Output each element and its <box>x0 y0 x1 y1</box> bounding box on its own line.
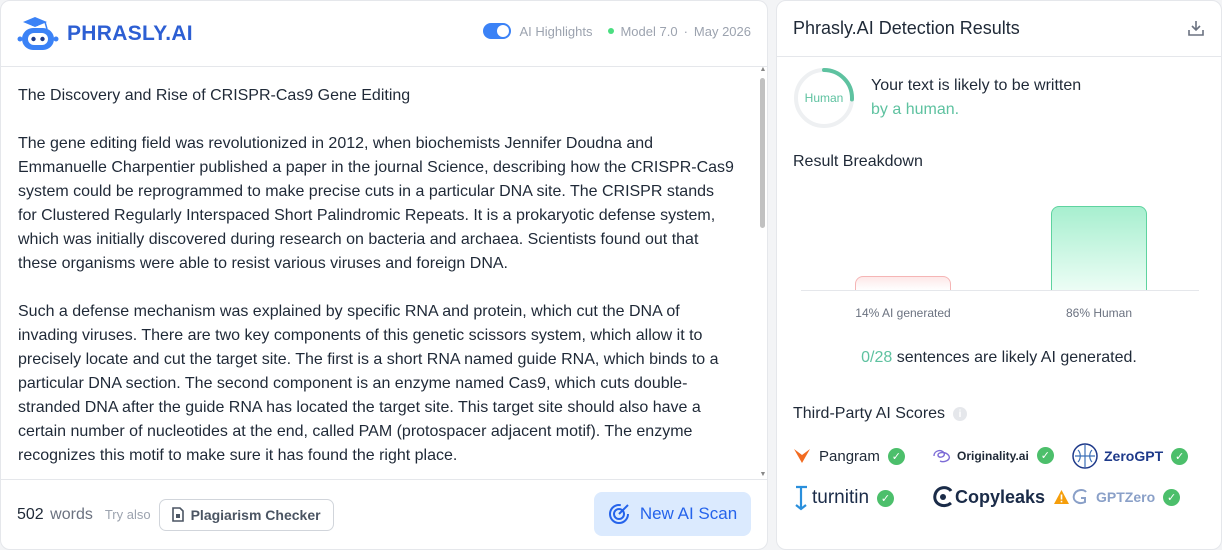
bar-label-ai: 14% AI generated <box>855 306 951 320</box>
robot-mascot-icon <box>17 16 59 50</box>
ai-highlights-label: AI Highlights <box>519 23 593 39</box>
document-text[interactable]: The Discovery and Rise of CRISPR-Cas9 Ge… <box>1 68 761 480</box>
scroll-up-icon[interactable]: ▲ <box>759 66 767 73</box>
word-count-number: 502 <box>17 505 44 523</box>
score-gptzero: GPTZero ✓ <box>1071 487 1181 507</box>
human-gauge: Human <box>793 67 855 129</box>
bar-human <box>1051 205 1147 290</box>
zerogpt-name: ZeroGPT <box>1104 448 1164 464</box>
model-version: Model 7.0 <box>620 23 678 39</box>
editor-scrollbar[interactable]: ▲ ▼ <box>759 66 767 480</box>
pangram-logo-icon <box>794 449 810 463</box>
new-ai-scan-button[interactable]: New AI Scan <box>594 492 751 536</box>
header-meta: AI Highlights Model 7.0 · May 2026 <box>483 23 751 39</box>
info-icon[interactable]: i <box>953 407 968 421</box>
document-icon <box>171 507 184 522</box>
bar-ai-generated <box>855 276 951 290</box>
pass-check-icon: ✓ <box>1163 488 1181 506</box>
verdict-row: Human Your text is likely to be written … <box>793 67 1081 129</box>
separator: · <box>683 23 688 39</box>
pass-check-icon: ✓ <box>1036 447 1054 464</box>
score-pangram: Pangram ✓ <box>793 447 905 465</box>
plagiarism-checker-label: Plagiarism Checker <box>190 506 321 523</box>
sentences-mid: sentences are likely <box>896 349 1038 366</box>
verdict-line-1: Your text is likely to be written <box>871 77 1082 94</box>
pass-check-icon: ✓ <box>887 447 905 465</box>
ai-highlights-toggle[interactable] <box>483 23 512 39</box>
logo[interactable]: PHRASLY.AI <box>17 16 193 52</box>
gauge-label: Human <box>804 91 844 105</box>
scroll-thumb[interactable] <box>760 78 765 228</box>
breakdown-chart: 14% AI generated 86% Human <box>801 191 1199 331</box>
sentences-count: 0/28 <box>861 349 893 366</box>
result-breakdown-title: Result Breakdown <box>793 153 923 170</box>
score-turnitin: turnitin ✓ <box>793 485 895 511</box>
editor-header: PHRASLY.AI AI Highlights Model 7.0 · May… <box>1 1 767 67</box>
scan-target-icon <box>608 504 629 524</box>
originality-name: Originality.ai <box>957 448 1029 463</box>
score-zerogpt: ZeroGPT ✓ <box>1071 442 1189 470</box>
pass-check-icon: ✓ <box>1171 447 1189 465</box>
warning-icon <box>1054 489 1070 504</box>
brand-name: PHRASLY.AI <box>67 21 193 45</box>
originality-logo-icon <box>933 449 951 462</box>
gptzero-name: GPTZero <box>1096 489 1156 505</box>
zerogpt-logo-icon <box>1072 443 1098 469</box>
chart-baseline <box>801 290 1199 291</box>
document-title: The Discovery and Rise of CRISPR-Cas9 Ge… <box>18 87 411 104</box>
editor-panel: PHRASLY.AI AI Highlights Model 7.0 · May… <box>0 0 768 550</box>
pangram-name: Pangram <box>819 447 880 465</box>
document-paragraph: The gene editing field was revolutionize… <box>18 135 734 272</box>
score-copyleaks: Copyleaks <box>932 485 1070 509</box>
try-also-label: Try also <box>104 507 151 522</box>
verdict-line-2: by a human. <box>871 101 960 118</box>
copyleaks-name: Copyleaks <box>955 486 1046 507</box>
new-ai-scan-label: New AI Scan <box>639 504 738 523</box>
third-party-title-text: Third-Party AI Scores <box>793 405 946 422</box>
scroll-down-icon[interactable]: ▼ <box>759 471 767 478</box>
model-status-dot <box>608 28 615 34</box>
bar-label-human: 86% Human <box>1065 306 1133 320</box>
pass-check-icon: ✓ <box>877 489 895 507</box>
download-icon[interactable] <box>1187 19 1205 37</box>
word-count: 502 words <box>17 506 93 524</box>
copyleaks-logo-icon <box>933 486 953 508</box>
sentences-summary: 0/28 sentences are likely AI generated. <box>777 349 1221 367</box>
model-date: May 2026 <box>693 23 751 39</box>
turnitin-name: turnitin <box>812 487 870 508</box>
plagiarism-checker-button[interactable]: Plagiarism Checker <box>158 498 334 531</box>
turnitin-logo-icon <box>795 485 807 511</box>
results-title: Phrasly.AI Detection Results <box>793 18 1020 38</box>
score-originality: Originality.ai ✓ <box>932 447 1054 464</box>
editor-footer: 502 words Try also Plagiarism Checker Ne… <box>1 479 767 549</box>
results-header: Phrasly.AI Detection Results <box>777 1 1221 57</box>
sentences-period: . <box>1132 349 1137 366</box>
results-panel: Phrasly.AI Detection Results Human Your … <box>776 0 1222 550</box>
word-count-unit: words <box>50 505 93 523</box>
document-paragraph: Such a defense mechanism was explained b… <box>18 303 719 464</box>
verdict-text: Your text is likely to be written by a h… <box>871 74 1081 122</box>
third-party-title: Third-Party AI Scores i <box>793 405 968 423</box>
sentences-end: AI generated <box>1040 349 1133 366</box>
gptzero-logo-icon <box>1072 489 1087 505</box>
